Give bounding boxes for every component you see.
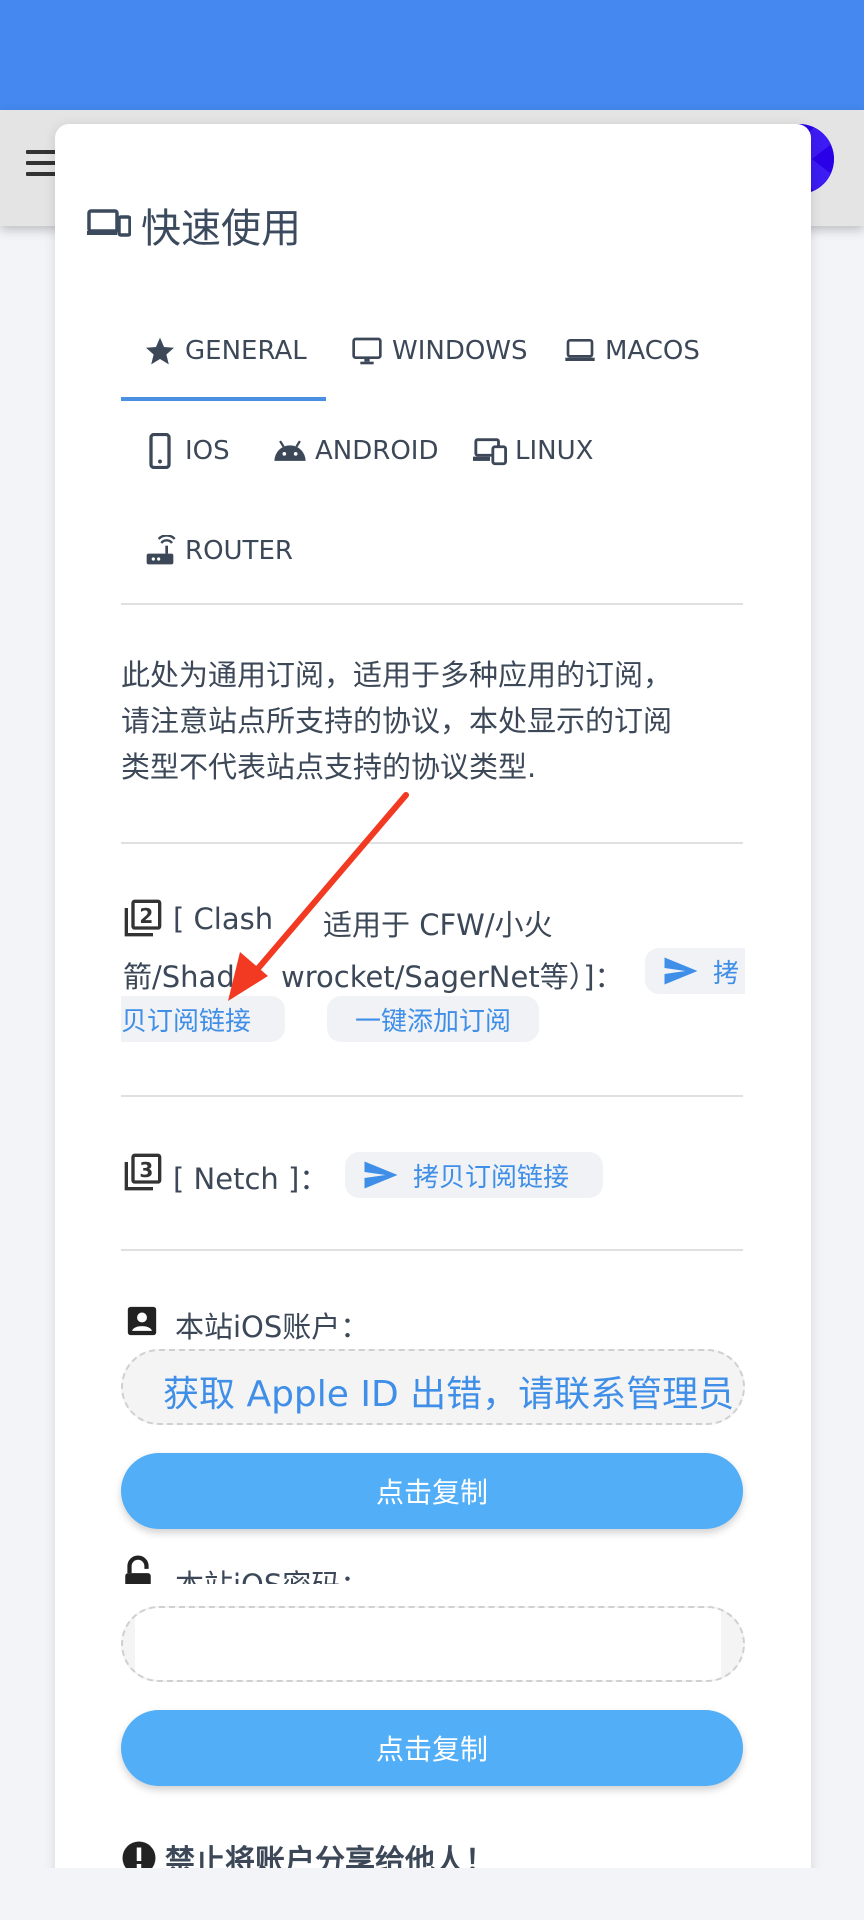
- tab-label: WINDOWS: [392, 336, 528, 366]
- status-bar: [0, 0, 864, 110]
- tab-label: LINUX: [515, 436, 594, 466]
- card-header: 快速使用: [87, 196, 301, 254]
- svg-text:2: 2: [139, 904, 153, 928]
- description-line: 此处为通用订阅，适用于多种应用的订阅，: [121, 658, 673, 692]
- laptop-icon: [563, 334, 597, 368]
- general-description: 此处为通用订阅，适用于多种应用的订阅， 请注意站点所支持的协议，本处显示的订阅 …: [121, 652, 743, 790]
- button-label: 拷: [713, 958, 740, 989]
- button-label: 贝订阅链接: [121, 1006, 252, 1037]
- svg-text:3: 3: [139, 1158, 153, 1182]
- tab-android[interactable]: ANDROID: [273, 421, 438, 481]
- tab-label: ANDROID: [315, 436, 439, 466]
- account-box-icon: [125, 1304, 159, 1342]
- netch-copy-link-button[interactable]: 拷贝订阅链接: [345, 1152, 603, 1198]
- clash-label-part4: wrocket/SagerNet等）]：: [281, 960, 624, 994]
- devices-icon: [473, 434, 507, 468]
- one-click-add-subscription-button[interactable]: 一键添加订阅: [327, 996, 539, 1042]
- button-label: 拷贝订阅链接: [413, 1162, 570, 1193]
- filter-2-icon: 2: [123, 898, 163, 942]
- copy-password-button[interactable]: 点击复制: [121, 1710, 743, 1786]
- description-line: 类型不代表站点支持的协议类型.: [121, 750, 537, 784]
- tab-ios[interactable]: IOS: [143, 421, 230, 481]
- clash-copy-link-button[interactable]: 拷: [645, 948, 745, 994]
- lock-icon: [121, 1554, 155, 1584]
- password-field-mask: [135, 1608, 721, 1680]
- description-line: 请注意站点所支持的协议，本处显示的订阅: [121, 704, 673, 738]
- bottom-edge: [0, 1868, 864, 1920]
- star-icon: [143, 334, 177, 368]
- tab-router[interactable]: ROUTER: [143, 521, 293, 581]
- ios-password-header: 本站iOS密码：: [115, 1554, 715, 1584]
- tab-macos[interactable]: MACOS: [563, 321, 700, 381]
- divider: [121, 1095, 743, 1097]
- card-title: 快速使用: [141, 206, 301, 252]
- button-label: 一键添加订阅: [354, 1006, 511, 1037]
- divider: [121, 603, 743, 605]
- send-icon: [363, 1160, 399, 1190]
- tab-label: ROUTER: [185, 536, 293, 566]
- ios-account-value: 获取 Apple ID 出错，请联系管理员: [163, 1374, 735, 1415]
- tab-label: MACOS: [605, 336, 700, 366]
- clash-label-part1: [ Clash: [173, 902, 274, 936]
- divider: [121, 1249, 743, 1251]
- android-icon: [273, 434, 307, 468]
- quick-start-card: 快速使用 GENERAL WINDOWS MACOS IOS ANDROID L…: [55, 124, 811, 1884]
- ios-account-field[interactable]: 获取 Apple ID 出错，请联系管理员: [121, 1349, 745, 1425]
- tab-label: GENERAL: [185, 336, 307, 366]
- ios-account-label: 本站iOS账户：: [175, 1310, 370, 1344]
- netch-label: [ Netch ]：: [173, 1162, 329, 1196]
- ios-password-field[interactable]: [121, 1606, 745, 1682]
- devices-icon: [87, 207, 132, 243]
- copy-account-button[interactable]: 点击复制: [121, 1453, 743, 1529]
- clash-copy-link-button-continued[interactable]: 贝订阅链接: [121, 996, 285, 1042]
- tab-windows[interactable]: WINDOWS: [350, 321, 528, 381]
- tab-linux[interactable]: LINUX: [473, 421, 593, 481]
- clash-label-part3: 箭/Shad: [123, 960, 235, 994]
- tab-label: IOS: [185, 436, 230, 466]
- ios-password-label: 本站iOS密码：: [175, 1562, 369, 1584]
- monitor-icon: [350, 334, 384, 368]
- send-icon: [663, 956, 699, 986]
- divider: [121, 842, 743, 844]
- active-tab-indicator: [121, 397, 326, 401]
- filter-3-icon: 3: [123, 1152, 163, 1196]
- router-icon: [143, 534, 177, 568]
- clash-label-part2: 适用于 CFW/小火: [323, 908, 553, 942]
- phone-icon: [143, 433, 177, 469]
- tab-general[interactable]: GENERAL: [143, 321, 307, 381]
